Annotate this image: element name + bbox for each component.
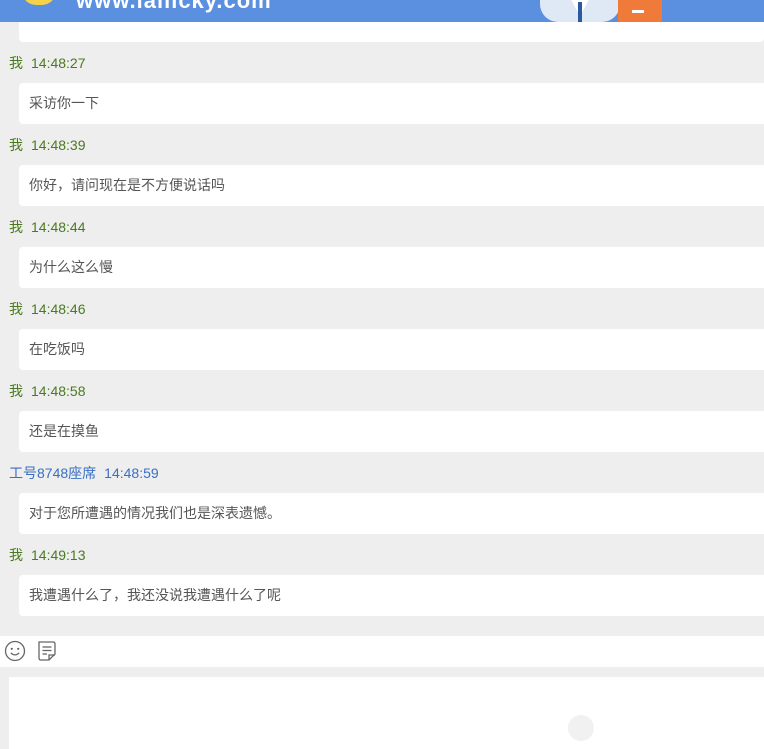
message-time: 14:48:39 — [31, 137, 86, 153]
minimize-button[interactable] — [618, 0, 662, 22]
message-header: 我 14:48:58 — [9, 381, 86, 401]
message-header: 我 14:48:27 — [9, 53, 86, 73]
message-time: 14:48:46 — [31, 301, 86, 317]
message-bubble: 在吃饭吗 — [19, 329, 764, 370]
message-bubble: 对于您所遭遇的情况我们也是深表遗憾。 — [19, 493, 764, 534]
chat-window-header: www.lailicky.com — [0, 0, 764, 22]
agent-avatar-illustration — [540, 0, 620, 22]
sender-name: 我 — [9, 137, 23, 153]
sender-name: 我 — [9, 547, 23, 563]
site-name: www.lailicky.com — [76, 0, 272, 13]
chat-message: 我 14:48:44 为什么这么慢 — [0, 206, 764, 288]
message-bubble: 我遭遇什么了，我还没说我遭遇什么了呢 — [19, 575, 764, 616]
sender-name: 我 — [9, 383, 23, 399]
chat-message: 工号8748座席 14:48:59 对于您所遭遇的情况我们也是深表遗憾。 — [0, 452, 764, 534]
message-header: 我 14:49:13 — [9, 545, 86, 565]
chat-message: 我 14:48:46 在吃饭吗 — [0, 288, 764, 370]
message-time: 14:48:58 — [31, 383, 86, 399]
message-header: 工号8748座席 14:48:59 — [9, 463, 159, 483]
composer-area — [0, 667, 764, 749]
site-logo — [22, 0, 56, 5]
chat-message: 我 14:49:13 我遭遇什么了，我还没说我遭遇什么了呢 — [0, 534, 764, 616]
sender-name: 工号8748座席 — [9, 465, 97, 481]
message-time: 14:48:27 — [31, 55, 86, 71]
composer-toolbar — [0, 636, 764, 667]
chat-message: 我 14:48:58 还是在摸鱼 — [0, 370, 764, 452]
message-header: 我 14:48:39 — [9, 135, 86, 155]
chat-message-log[interactable]: 我 14:48:27 采访你一下 我 14:48:39 你好，请问现在是不方便说话吗… — [0, 22, 764, 636]
message-header: 我 14:48:44 — [9, 217, 86, 237]
message-bubble: 还是在摸鱼 — [19, 411, 764, 452]
notes-icon[interactable] — [36, 640, 58, 662]
message-time: 14:48:44 — [31, 219, 86, 235]
minimize-icon — [632, 10, 644, 13]
message-time: 14:49:13 — [31, 547, 86, 563]
smiley-icon[interactable] — [4, 640, 26, 662]
message-bubble: 采访你一下 — [19, 83, 764, 124]
message-header: 我 14:48:46 — [9, 299, 86, 319]
sender-name: 我 — [9, 301, 23, 317]
message-time: 14:48:59 — [104, 465, 159, 481]
message-bubble: 为什么这么慢 — [19, 247, 764, 288]
message-input[interactable] — [9, 677, 764, 749]
watermark-icon — [568, 715, 594, 741]
sender-name: 我 — [9, 55, 23, 71]
previous-message-bubble — [19, 22, 764, 42]
chat-message: 我 14:48:39 你好，请问现在是不方便说话吗 — [0, 124, 764, 206]
chat-message: 我 14:48:27 采访你一下 — [0, 42, 764, 124]
message-bubble: 你好，请问现在是不方便说话吗 — [19, 165, 764, 206]
sender-name: 我 — [9, 219, 23, 235]
